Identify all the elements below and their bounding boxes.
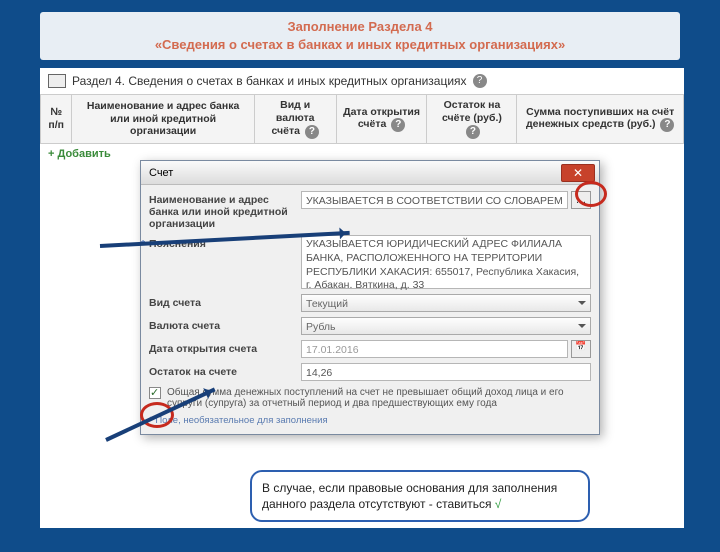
slide-title: Заполнение Раздела 4 «Сведения о счетах … [40,12,680,60]
help-icon[interactable]: ? [473,74,487,88]
currency-select[interactable]: Рубль [301,317,591,335]
balance-input[interactable]: 14,26 [301,363,591,381]
open-date-input[interactable]: 17.01.2016 [301,340,568,358]
slide-title-line2: «Сведения о счетах в банках и иных креди… [155,37,565,52]
dialog-body: Наименование и адрес банка или иной кред… [141,185,599,434]
table-header-row: № п/п Наименование и адрес банка или ино… [41,95,684,143]
notes-input[interactable]: УКАЗЫВАЕТСЯ ЮРИДИЧЕСКИЙ АДРЕС ФИЛИАЛА БА… [301,235,591,289]
help-icon[interactable]: ? [391,118,405,132]
calendar-icon[interactable]: 📅 [571,340,591,358]
help-icon[interactable]: ? [466,125,480,139]
check-mark: √ [495,497,502,511]
col-balance: Остаток на счёте (руб.) ? [427,95,517,143]
section-title: Раздел 4. Сведения о счетах в банках и и… [72,74,467,88]
checkbox-row: Общая сумма денежных поступлений на счет… [149,387,591,409]
callout-text: В случае, если правовые основания для за… [262,481,557,511]
col-index: № п/п [41,95,72,143]
close-icon[interactable]: ✕ [561,164,595,182]
col-bank: Наименование и адрес банка или иной кред… [72,95,254,143]
slide-title-line1: Заполнение Раздела 4 [287,19,432,34]
label-type: Вид счета [149,294,301,309]
optional-field-footnote: * Поле, необязательное для заполнения [149,415,591,426]
help-icon[interactable]: ? [660,118,674,132]
dialog-title: Счет [149,167,173,179]
label-bank: Наименование и адрес банка или иной кред… [149,191,301,230]
dialog-titlebar: Счет ✕ [141,161,599,185]
help-icon[interactable]: ? [305,125,319,139]
lookup-button[interactable]: … [571,191,591,209]
bank-input[interactable]: УКАЗЫВАЕТСЯ В СООТВЕТСТВИИ СО СЛОВАРЕМ [301,191,568,209]
col-inflow: Сумма поступивших на счёт денежных средс… [517,95,684,143]
account-dialog: Счет ✕ Наименование и адрес банка или ин… [140,160,600,435]
section-header: Раздел 4. Сведения о счетах в банках и и… [40,68,684,94]
label-currency: Валюта счета [149,317,301,332]
account-type-select[interactable]: Текущий [301,294,591,312]
checkbox-label: Общая сумма денежных поступлений на счет… [167,387,581,409]
no-excess-checkbox[interactable] [149,387,161,399]
col-open-date: Дата открытия счёта ? [336,95,427,143]
label-notes: *Пояснения [149,235,301,250]
add-button[interactable]: + Добавить [40,144,119,164]
callout-note: В случае, если правовые основания для за… [250,470,590,522]
app-canvas: Раздел 4. Сведения о счетах в банках и и… [40,68,684,528]
col-type-currency: Вид и валюта счёта ? [254,95,336,143]
label-open-date: Дата открытия счета [149,340,301,355]
section-icon [48,74,66,88]
label-balance: Остаток на счете [149,363,301,378]
accounts-table: № п/п Наименование и адрес банка или ино… [40,94,684,143]
